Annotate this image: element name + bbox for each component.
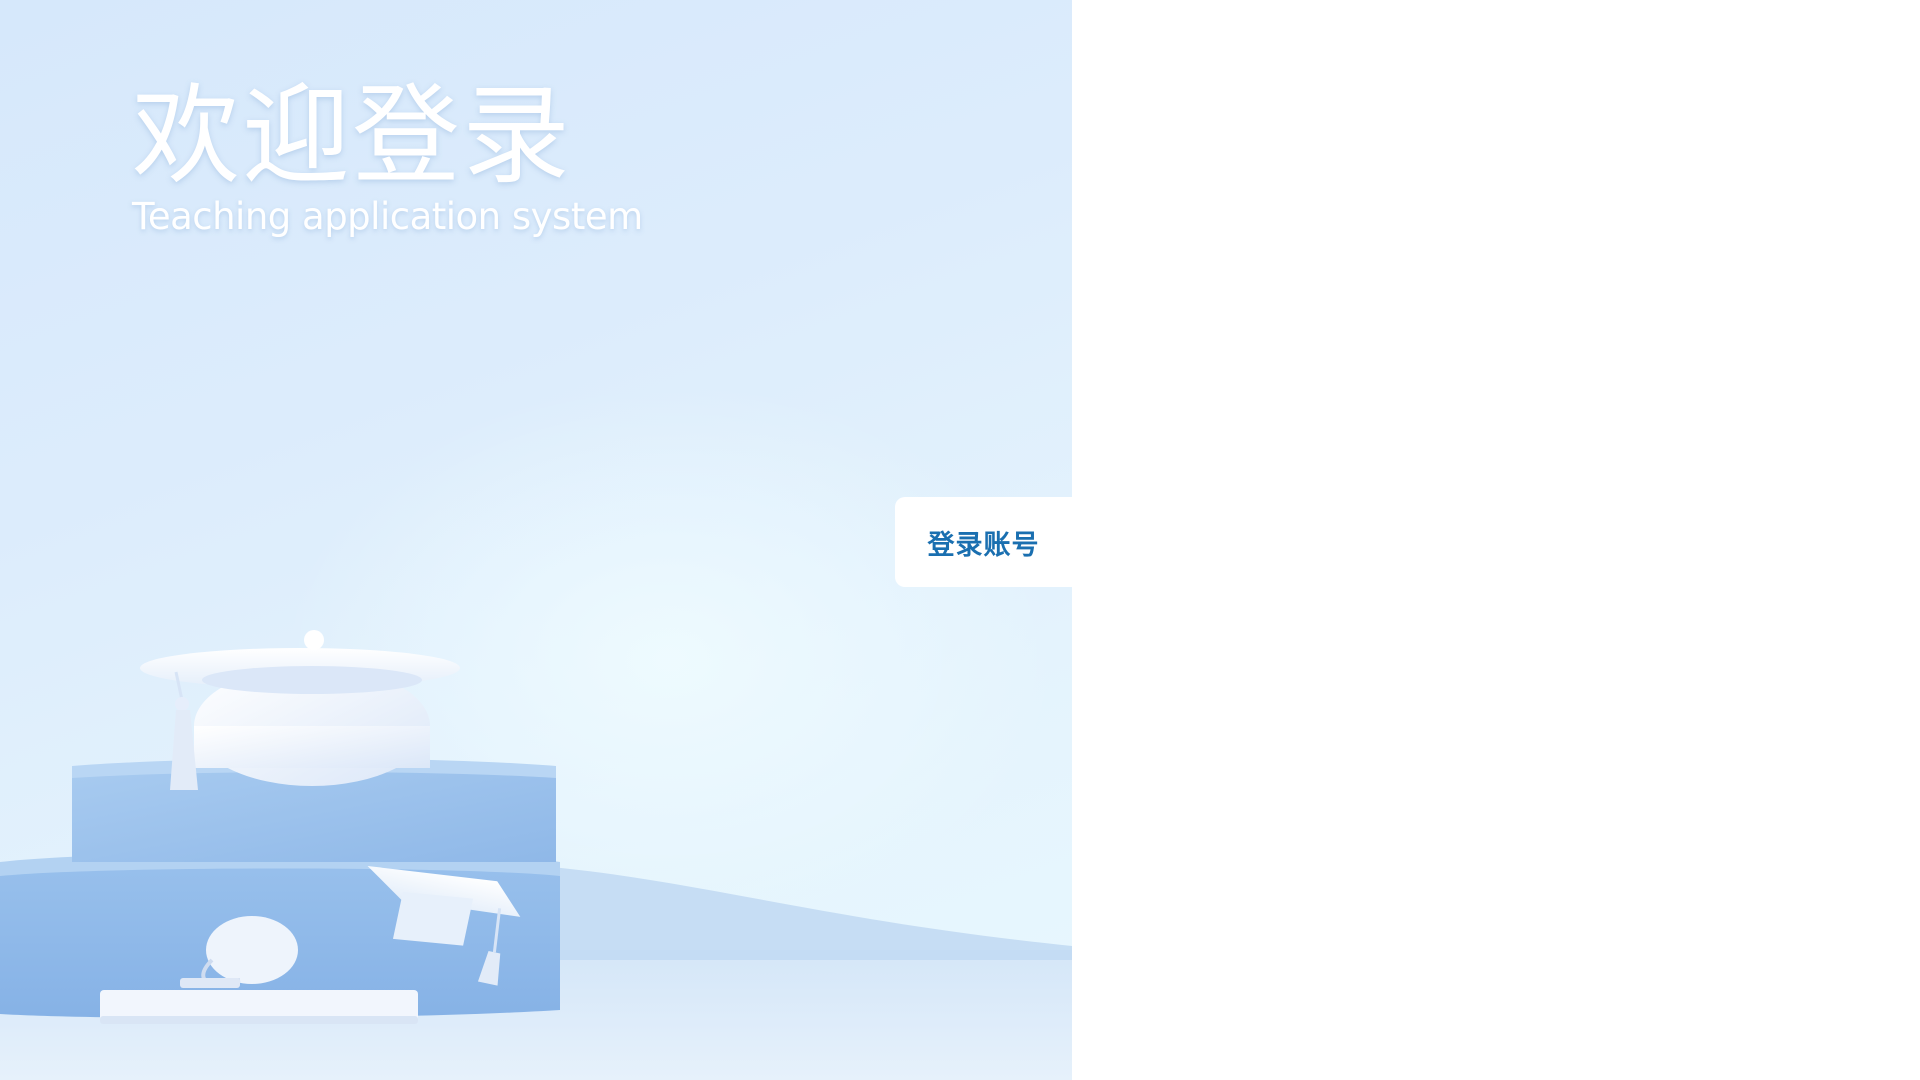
tablet-edge — [100, 1016, 418, 1024]
big-cap-tassel — [170, 710, 198, 790]
diploma-holder — [180, 978, 240, 988]
login-account-tab[interactable]: 登录账号 — [895, 497, 1072, 587]
hero-panel: 欢迎登录 Teaching application system 登录账号 — [0, 0, 1072, 1080]
big-cap-band — [202, 666, 422, 694]
login-page: 欢迎登录 Teaching application system 登录账号 — [0, 0, 1920, 1080]
welcome-title: 欢迎登录 — [132, 74, 573, 199]
big-cap-button — [304, 630, 324, 650]
big-cap-tassel-knot — [175, 697, 189, 711]
login-account-tab-label: 登录账号 — [927, 529, 1040, 561]
login-panel — [1072, 0, 1920, 1080]
system-subtitle: Teaching application system — [132, 195, 643, 238]
background-dune — [540, 866, 1072, 960]
diploma-scroll — [206, 916, 298, 984]
sphere-base — [194, 726, 430, 768]
